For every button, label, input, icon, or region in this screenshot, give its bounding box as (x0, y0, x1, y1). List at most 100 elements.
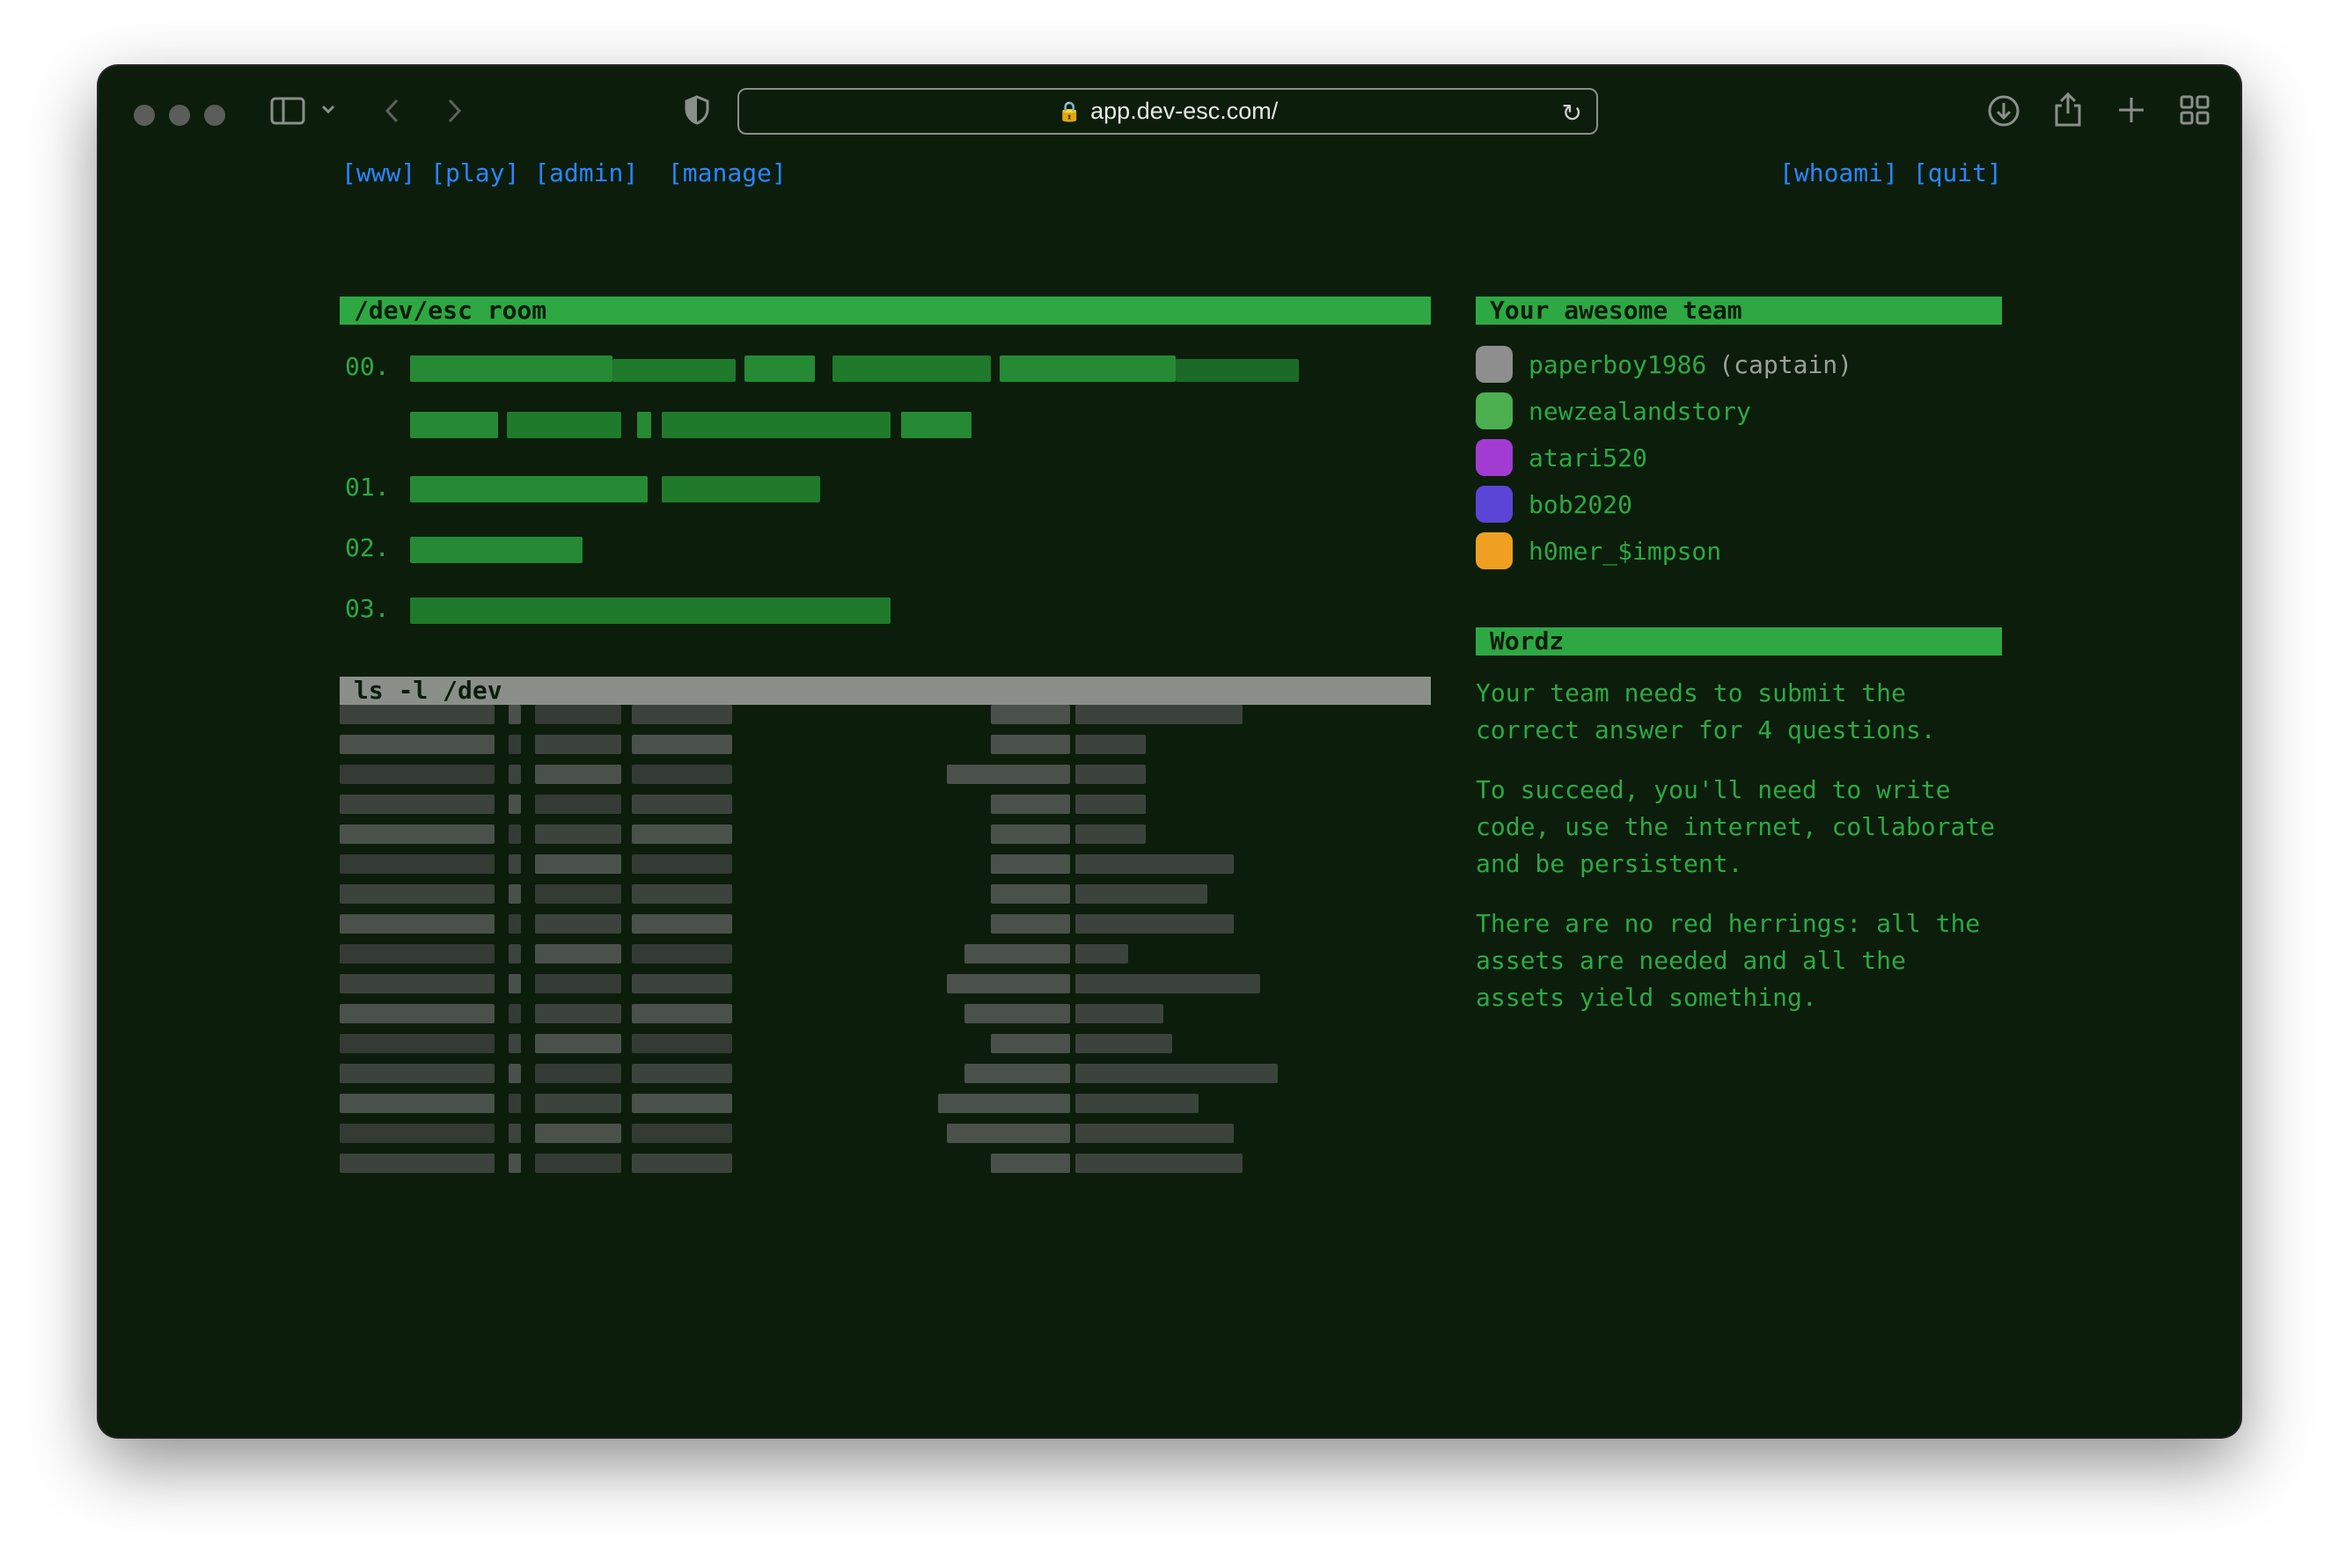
redacted-listing-cell (340, 914, 495, 934)
redacted-listing-cell (1075, 824, 1146, 844)
redacted-listing-cell (509, 914, 521, 934)
redacted-listing-cell (340, 1094, 495, 1113)
redacted-listing-cell (509, 1064, 521, 1083)
downloads-icon[interactable] (1987, 94, 2020, 131)
redacted-listing-cell (340, 1154, 495, 1173)
redacted-listing-cell (1075, 735, 1146, 754)
redacted-listing-cell (991, 795, 1070, 814)
nav-link-manage[interactable]: [manage] (668, 158, 787, 187)
redacted-question-text (637, 412, 651, 438)
close-window-button[interactable] (134, 105, 155, 126)
redacted-listing-cell (632, 1034, 732, 1053)
browser-window: 🔒 app.dev-esc.com/ ↻ [www] [play] [admin… (99, 66, 2240, 1437)
redacted-listing-cell (1075, 765, 1146, 784)
redacted-listing-cell (1075, 1034, 1172, 1053)
share-icon[interactable] (2052, 91, 2084, 131)
wordz-header: Wordz (1476, 627, 2002, 656)
redacted-listing-cell (632, 974, 732, 993)
new-tab-icon[interactable] (2115, 94, 2147, 129)
wordz-body: Your team needs to submit the correct an… (1476, 675, 2004, 1039)
privacy-shield-icon[interactable] (684, 94, 710, 129)
redacted-listing-cell (340, 944, 495, 964)
address-bar[interactable]: 🔒 app.dev-esc.com/ ↻ (737, 88, 1598, 135)
redacted-listing-cell (1075, 705, 1243, 724)
redacted-question-text (612, 359, 736, 382)
redacted-listing-cell (509, 765, 521, 784)
redacted-listing-cell (632, 765, 732, 784)
nav-link-play[interactable]: [play] (430, 158, 519, 187)
url-text: app.dev-esc.com/ (1090, 98, 1279, 124)
team-member: newzealandstory (1476, 392, 1751, 430)
wordz-paragraph: To succeed, you'll need to write code, u… (1476, 775, 1996, 878)
redacted-listing-cell (340, 735, 495, 754)
redacted-question-text (662, 412, 891, 438)
redacted-listing-cell (947, 974, 1070, 993)
redacted-listing-cell (509, 1034, 521, 1053)
nav-link-admin[interactable]: [admin] (534, 158, 638, 187)
redacted-listing-cell (991, 1154, 1070, 1173)
back-icon[interactable] (382, 96, 403, 129)
redacted-listing-cell (509, 944, 521, 964)
redacted-listing-cell (535, 1064, 621, 1083)
redacted-listing-cell (1075, 1094, 1199, 1113)
question-number: 01. (345, 473, 390, 502)
redacted-listing-cell (340, 854, 495, 874)
chevron-down-icon[interactable] (320, 99, 336, 122)
minimize-window-button[interactable] (169, 105, 190, 126)
member-name: newzealandstory (1529, 396, 1751, 426)
zoom-window-button[interactable] (204, 105, 225, 126)
robot-avatar-icon (1476, 439, 1513, 476)
nav-link-whoami[interactable]: [whoami] (1779, 158, 1898, 187)
question-number: 03. (345, 594, 390, 623)
nav-link-www[interactable]: [www] (341, 158, 415, 187)
redacted-listing-cell (991, 735, 1070, 754)
redacted-listing-cell (340, 765, 495, 784)
redacted-listing-cell (938, 1094, 1070, 1113)
redacted-listing-cell (991, 914, 1070, 934)
redacted-listing-cell (340, 705, 495, 724)
team-header: Your awesome team (1476, 297, 2002, 325)
redacted-listing-cell (535, 705, 621, 724)
redacted-listing-cell (340, 974, 495, 993)
sidebar-toggle-icon[interactable] (270, 96, 305, 129)
redacted-listing-cell (1075, 795, 1146, 814)
redacted-question-text (410, 476, 648, 502)
redacted-listing-cell (509, 735, 521, 754)
browser-toolbar: 🔒 app.dev-esc.com/ ↻ (99, 66, 2240, 158)
forward-icon[interactable] (444, 96, 465, 129)
redacted-question-text (901, 412, 972, 438)
redacted-listing-cell (509, 705, 521, 724)
redacted-listing-cell (535, 974, 621, 993)
redacted-listing-cell (535, 1094, 621, 1113)
redacted-listing-cell (1075, 884, 1207, 904)
redacted-listing-cell (509, 884, 521, 904)
team-member: h0mer_$impson (1476, 531, 1721, 570)
redacted-listing-cell (535, 735, 621, 754)
redacted-listing-cell (991, 705, 1070, 724)
redacted-listing-cell (1075, 854, 1234, 874)
redacted-listing-cell (632, 705, 732, 724)
redacted-listing-cell (632, 1004, 732, 1023)
team-member: paperboy1986 (captain) (1476, 345, 1852, 384)
redacted-listing-cell (509, 1124, 521, 1143)
redacted-listing-cell (340, 884, 495, 904)
redacted-listing-cell (632, 854, 732, 874)
redacted-listing-cell (632, 914, 732, 934)
redacted-listing-cell (509, 1004, 521, 1023)
member-name: atari520 (1529, 443, 1647, 473)
redacted-listing-cell (535, 765, 621, 784)
wordz-paragraph: Your team needs to submit the correct an… (1476, 678, 1936, 744)
redacted-listing-cell (340, 1004, 495, 1023)
room-header: /dev/esc room (340, 297, 1431, 325)
nav-link-quit[interactable]: [quit] (1913, 158, 2002, 187)
member-role: (captain) (1719, 349, 1853, 379)
tab-overview-icon[interactable] (2179, 94, 2211, 129)
lock-icon: 🔒 (1057, 99, 1082, 122)
wordz-paragraph: There are no red herrings: all the asset… (1476, 909, 1981, 1012)
redacted-listing-cell (632, 1124, 732, 1143)
question-number: 00. (345, 352, 390, 381)
redacted-listing-cell (509, 824, 521, 844)
reload-icon[interactable]: ↻ (1562, 99, 1582, 128)
redacted-listing-cell (632, 824, 732, 844)
redacted-listing-cell (509, 1154, 521, 1173)
